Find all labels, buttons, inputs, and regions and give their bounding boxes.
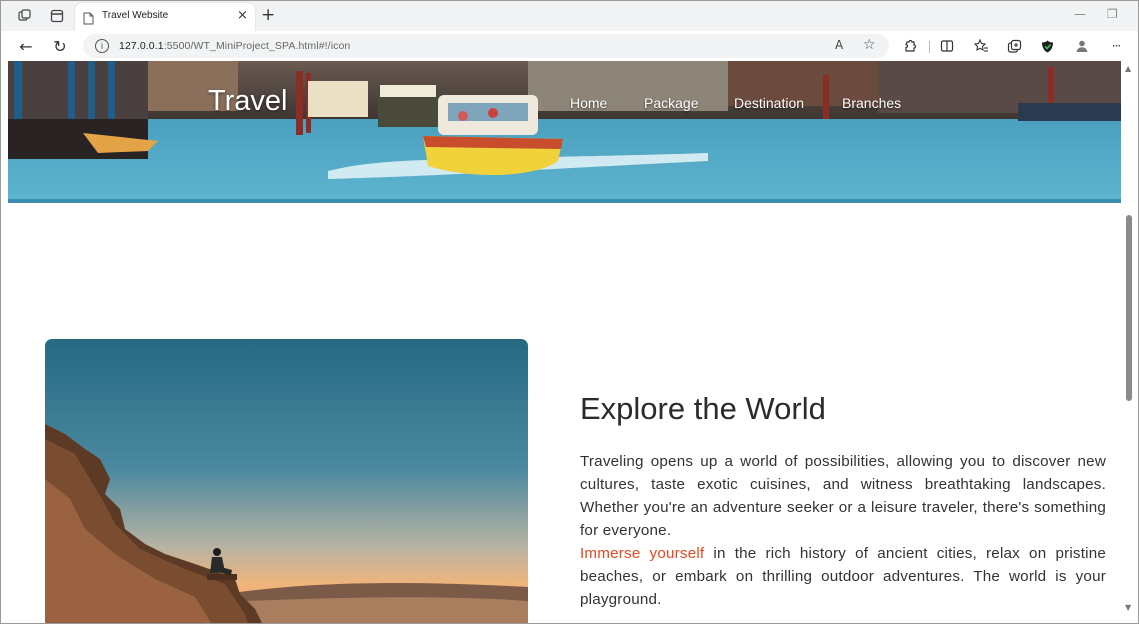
hero-banner: Travel Home Package Destination Branches [8, 61, 1121, 203]
page-icon [83, 10, 94, 25]
tab-strip: Travel Website × + — ❐ [1, 1, 1138, 31]
active-tab[interactable]: Travel Website × [75, 3, 255, 31]
collections-icon[interactable] [16, 7, 34, 25]
browser-window: Travel Website × + — ❐ ← ↻ i 127.0.0.1:5… [0, 0, 1139, 624]
refresh-icon[interactable]: ↻ [50, 36, 70, 56]
collections-icon[interactable] [1006, 38, 1022, 54]
scroll-down-icon[interactable]: ▼ [1125, 603, 1131, 612]
intro-text: Traveling opens up a world of possibilit… [580, 450, 1106, 611]
scrollbar-thumb[interactable] [1126, 215, 1132, 401]
url-host: 127.0.0.1 [119, 40, 164, 52]
plus-icon[interactable]: + [261, 5, 275, 25]
url-path: :5500/WT_MiniProject_SPA.html#!/icon [163, 40, 351, 52]
read-aloud-icon[interactable]: A [835, 38, 843, 52]
more-icon[interactable]: ··· [1108, 38, 1124, 54]
section-heading: Explore the World [580, 391, 826, 426]
nav-link-package[interactable]: Package [644, 95, 698, 111]
highlight-text: Immerse yourself [580, 545, 705, 562]
tab-actions-icon[interactable] [48, 7, 66, 25]
url-text[interactable]: 127.0.0.1:5500/WT_MiniProject_SPA.html#!… [119, 40, 350, 52]
page-viewport: Travel Home Package Destination Branches [8, 61, 1121, 623]
nav-link-branches[interactable]: Branches [842, 95, 901, 111]
extensions-icon[interactable] [902, 38, 918, 54]
scroll-up-icon[interactable]: ▲ [1125, 64, 1131, 73]
browser-essentials-icon[interactable] [1039, 38, 1055, 54]
favorites-icon[interactable] [973, 38, 989, 54]
intro-paragraph-1: Traveling opens up a world of possibilit… [580, 453, 1106, 539]
toolbar-divider [929, 41, 930, 53]
nav-link-destination[interactable]: Destination [734, 95, 804, 111]
info-icon[interactable]: i [95, 39, 109, 53]
minimize-icon[interactable]: — [1074, 7, 1086, 21]
tab-title: Travel Website [102, 10, 169, 21]
star-icon[interactable]: ☆ [863, 37, 876, 53]
vertical-scrollbar[interactable]: ▲ ▼ [1121, 61, 1138, 623]
venice-canal-image [8, 61, 1121, 203]
intro-paragraph-2: Immerse yourself in the rich history of … [580, 542, 1106, 611]
browser-toolbar: ← ↻ i 127.0.0.1:5500/WT_MiniProject_SPA.… [1, 31, 1138, 60]
close-icon[interactable]: × [237, 8, 248, 23]
split-screen-icon[interactable] [939, 38, 955, 54]
nav-link-home[interactable]: Home [570, 95, 607, 111]
site-brand[interactable]: Travel [208, 85, 288, 118]
restore-icon[interactable]: ❐ [1107, 7, 1118, 21]
traveler-sunset-image [45, 339, 528, 623]
back-arrow-icon[interactable]: ← [16, 36, 36, 56]
profile-icon[interactable] [1074, 38, 1090, 54]
address-bar[interactable]: i 127.0.0.1:5500/WT_MiniProject_SPA.html… [83, 34, 889, 58]
